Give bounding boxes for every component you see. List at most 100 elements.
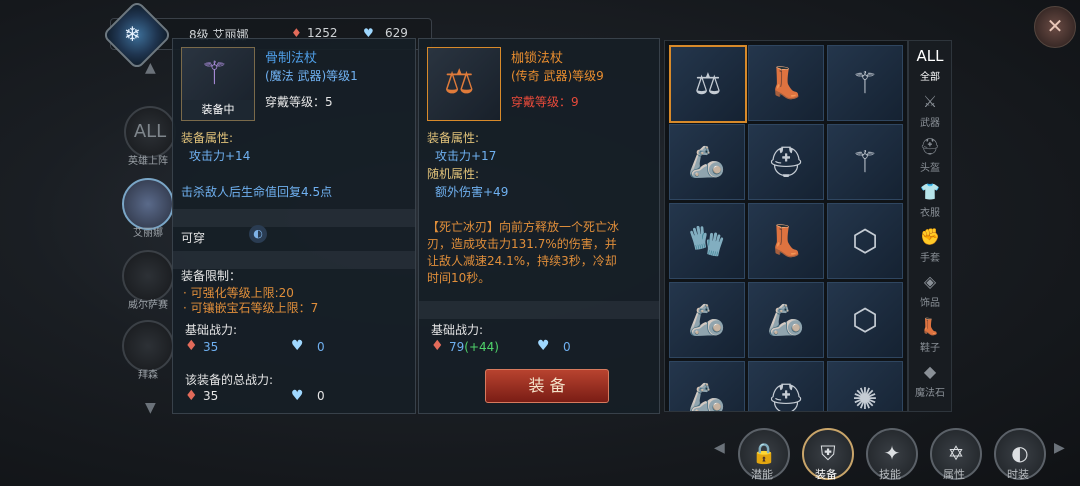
hero-label: 艾丽娜 [133,228,163,239]
attr-title: 装备属性: [181,131,234,145]
arrow-left-icon[interactable]: ◀ [714,440,725,456]
category-sidebar: ALL 全部 ⚔ 武器 ⛑ 头盔 👕 衣服 ✊ 手套 ◈ 饰品 👢 鞋子 ◆ 魔法石 [908,40,952,412]
category-label: 饰品 [920,298,940,309]
base-power-title: 基础战力: [431,323,484,337]
hero-mini-icon: ◐ [249,225,267,243]
category-icon: 👕 [920,182,940,201]
staff-icon: ⚚ [200,54,229,92]
inventory-slot[interactable]: 🦾 [669,282,745,358]
amulet-icon: ⬡ [851,223,879,259]
wear-level: 穿戴等级：9 [511,93,579,110]
base-atk: 35 [203,340,219,354]
boots-icon: 👢 [767,65,805,101]
inventory-grid: ⚖ 👢 ⚚ 🦾 ⛑ ⚚ 🧤 👢 ⬡ 🦾 🦾 ⬡ 🦾 ⛑ ✺ [664,40,908,412]
inventory-slot[interactable]: 🦾 [748,282,824,358]
skill-description: 【死亡冰刃】向前方释放一个死亡冰刃，造成攻击力131.7%的伤害，并让敌人减速2… [427,220,620,285]
total-title: 该装备的总战力: [185,373,274,387]
gauntlet-icon: 🦾 [688,144,726,180]
inventory-slot[interactable]: ⚖ [669,45,747,123]
divider [419,301,659,319]
inventory-slot[interactable]: 🧤 [669,203,745,279]
category-icon: ⚔ [922,92,938,111]
category-icon: ALL [916,47,944,65]
equip-button[interactable]: 装 备 [485,369,609,403]
base-power-title: 基础战力: [185,323,238,337]
nav-label: 技能 [879,468,901,481]
category-1[interactable]: ⚔ 武器 [909,92,951,130]
category-label: 鞋子 [920,343,940,354]
item-name: 枷锁法杖 [511,51,564,66]
effect-text: 击杀敌人后生命值回复4.5点 [181,185,333,199]
hero-avatar-elina[interactable] [122,178,174,230]
category-0[interactable]: ALL 全部 [909,47,951,84]
random-attr-value: 额外伤害+49 [435,185,509,199]
attr-value: 攻击力+14 [189,149,251,163]
base-atk-bonus: (+44) [464,340,499,354]
nav-label: 时装 [1007,468,1029,481]
settings-icon[interactable]: ✕ [1034,6,1076,48]
gauntlet-icon: 🦾 [688,302,726,338]
category-icon: ◆ [923,362,937,381]
wear-level-value: 9 [571,95,579,109]
inventory-slot[interactable]: ✺ [827,361,903,412]
base-atk-value: 79 [449,340,465,354]
total-def: 0 [317,389,325,403]
arrow-down-icon[interactable]: ▼ [145,400,156,416]
inventory-slot[interactable]: ⬡ [827,203,903,279]
category-label: 全部 [920,72,940,83]
category-7[interactable]: ◆ 魔法石 [909,362,951,400]
limit-line-2: · 可镶嵌宝石等级上限：7 [183,301,319,315]
inventory-slot[interactable]: ⚚ [827,45,903,121]
staff-icon: ⚚ [851,144,879,180]
inventory-slot[interactable]: 👢 [748,203,824,279]
category-4[interactable]: ✊ 手套 [909,227,951,265]
inventory-slot[interactable]: ⚚ [827,124,903,200]
hero-avatar-wilsa[interactable] [122,250,174,302]
category-label: 魔法石 [915,388,945,399]
hero-slot-all[interactable]: ALL [124,106,176,158]
category-3[interactable]: 👕 衣服 [909,182,951,220]
inventory-slot[interactable]: ⛑ [748,124,824,200]
staff-icon: ⚚ [851,65,879,101]
defense-icon: ♥ [291,388,304,404]
inventory-slot[interactable]: ⬡ [827,282,903,358]
hero-label: 拜森 [138,370,158,381]
inventory-slot[interactable]: 🦾 [669,124,745,200]
boots-icon: 👢 [767,223,805,259]
nav-label: 潜能 [751,468,773,481]
category-label: 衣服 [920,208,940,219]
equipped-badge: 装备中 [182,100,254,120]
category-2[interactable]: ⛑ 头盔 [909,137,951,175]
limit-title: 装备限制： [181,269,242,283]
hero-label: 英雄上阵 [128,156,168,167]
defense-icon: ♥ [537,338,550,354]
item-type: (传奇 武器)等级9 [511,69,604,83]
attr-value: 攻击力+17 [435,149,497,163]
arrow-right-icon[interactable]: ▶ [1054,440,1065,456]
divider [173,209,415,227]
category-label: 手套 [920,253,940,264]
category-6[interactable]: 👢 鞋子 [909,317,951,355]
category-icon: ✊ [920,227,940,246]
category-5[interactable]: ◈ 饰品 [909,272,951,310]
inventory-slot[interactable]: ⛑ [748,361,824,411]
item-name: 骨制法杖 [265,51,318,66]
hero-avatar-bison[interactable] [122,320,174,372]
current-item-panel: ⚚ 装备中 骨制法杖 (魔法 武器)等级1 穿戴等级：5 装备属性: 攻击力+1… [172,38,416,414]
wear-level-label: 穿戴等级： [511,95,572,109]
attr-title: 装备属性: [427,131,480,145]
item-icon-frame: ⚖ [427,47,501,121]
orb-icon: ✺ [852,381,878,412]
arrow-up-icon[interactable]: ▲ [145,60,156,76]
category-label: 头盔 [920,163,940,174]
nav-label: 属性 [943,468,965,481]
inventory-slot[interactable]: 🦾 [669,361,745,411]
inventory-slot[interactable]: 👢 [748,45,824,121]
glove-icon: 🧤 [688,223,726,259]
total-atk: 35 [203,389,219,403]
wearable-label: 可穿 [181,231,206,245]
base-def: 0 [317,340,325,354]
attack-icon: ♦ [185,388,198,404]
item-icon-frame: ⚚ 装备中 [181,47,255,121]
base-def: 0 [563,340,571,354]
